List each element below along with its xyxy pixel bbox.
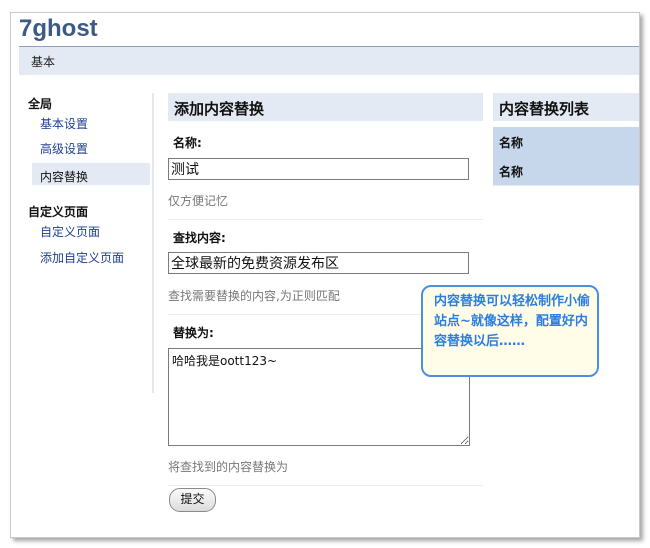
list-title: 内容替换列表 xyxy=(499,100,590,118)
replace-label: 替换为: xyxy=(173,326,214,340)
annotation-callout: 内容替换可以轻松制作小偷站点~就像这样，配置好内容替换以后…… xyxy=(421,285,599,377)
replace-hint: 将查找到的内容替换为 xyxy=(168,460,289,474)
divider xyxy=(168,485,483,486)
list-item[interactable]: 名称 xyxy=(493,127,639,157)
name-hint: 仅方便记忆 xyxy=(168,194,229,208)
form-title: 添加内容替换 xyxy=(174,100,265,118)
list-item-name: 名称 xyxy=(499,165,524,179)
name-label: 名称: xyxy=(173,136,202,150)
sidebar-item-add-custom-page[interactable]: 添加自定义页面 xyxy=(40,249,124,266)
submit-button[interactable]: 提交 xyxy=(169,488,216,512)
app-window: 7ghost 基本 全局 基本设置 高级设置 内容替换 自定义页面 自定义页面 … xyxy=(10,12,640,538)
find-hint: 查找需要替换的内容,为正则匹配 xyxy=(168,289,340,303)
sidebar-item-advanced-settings[interactable]: 高级设置 xyxy=(40,140,88,157)
sidebar-item-content-replace[interactable]: 内容替换 xyxy=(40,168,88,185)
sidebar-heading-custom-pages: 自定义页面 xyxy=(28,205,89,219)
form-section-header: 添加内容替换 xyxy=(168,93,483,121)
list-section-header: 内容替换列表 xyxy=(493,93,639,121)
sidebar-divider xyxy=(152,93,154,393)
find-label: 查找内容: xyxy=(173,231,226,245)
sidebar-heading-global: 全局 xyxy=(28,97,53,111)
list-item[interactable]: 名称 xyxy=(493,156,639,186)
list-item-name: 名称 xyxy=(499,136,524,150)
tab-basic[interactable]: 基本 xyxy=(31,53,55,70)
divider xyxy=(168,219,483,220)
top-nav-bar: 基本 xyxy=(19,46,639,75)
sidebar-item-basic-settings[interactable]: 基本设置 xyxy=(40,115,88,132)
callout-text: 内容替换可以轻松制作小偷站点~就像这样，配置好内容替换以后…… xyxy=(434,294,591,349)
name-input[interactable] xyxy=(168,158,469,180)
sidebar-item-custom-page[interactable]: 自定义页面 xyxy=(40,223,100,240)
find-input[interactable] xyxy=(168,252,469,274)
app-title: 7ghost xyxy=(19,15,98,42)
